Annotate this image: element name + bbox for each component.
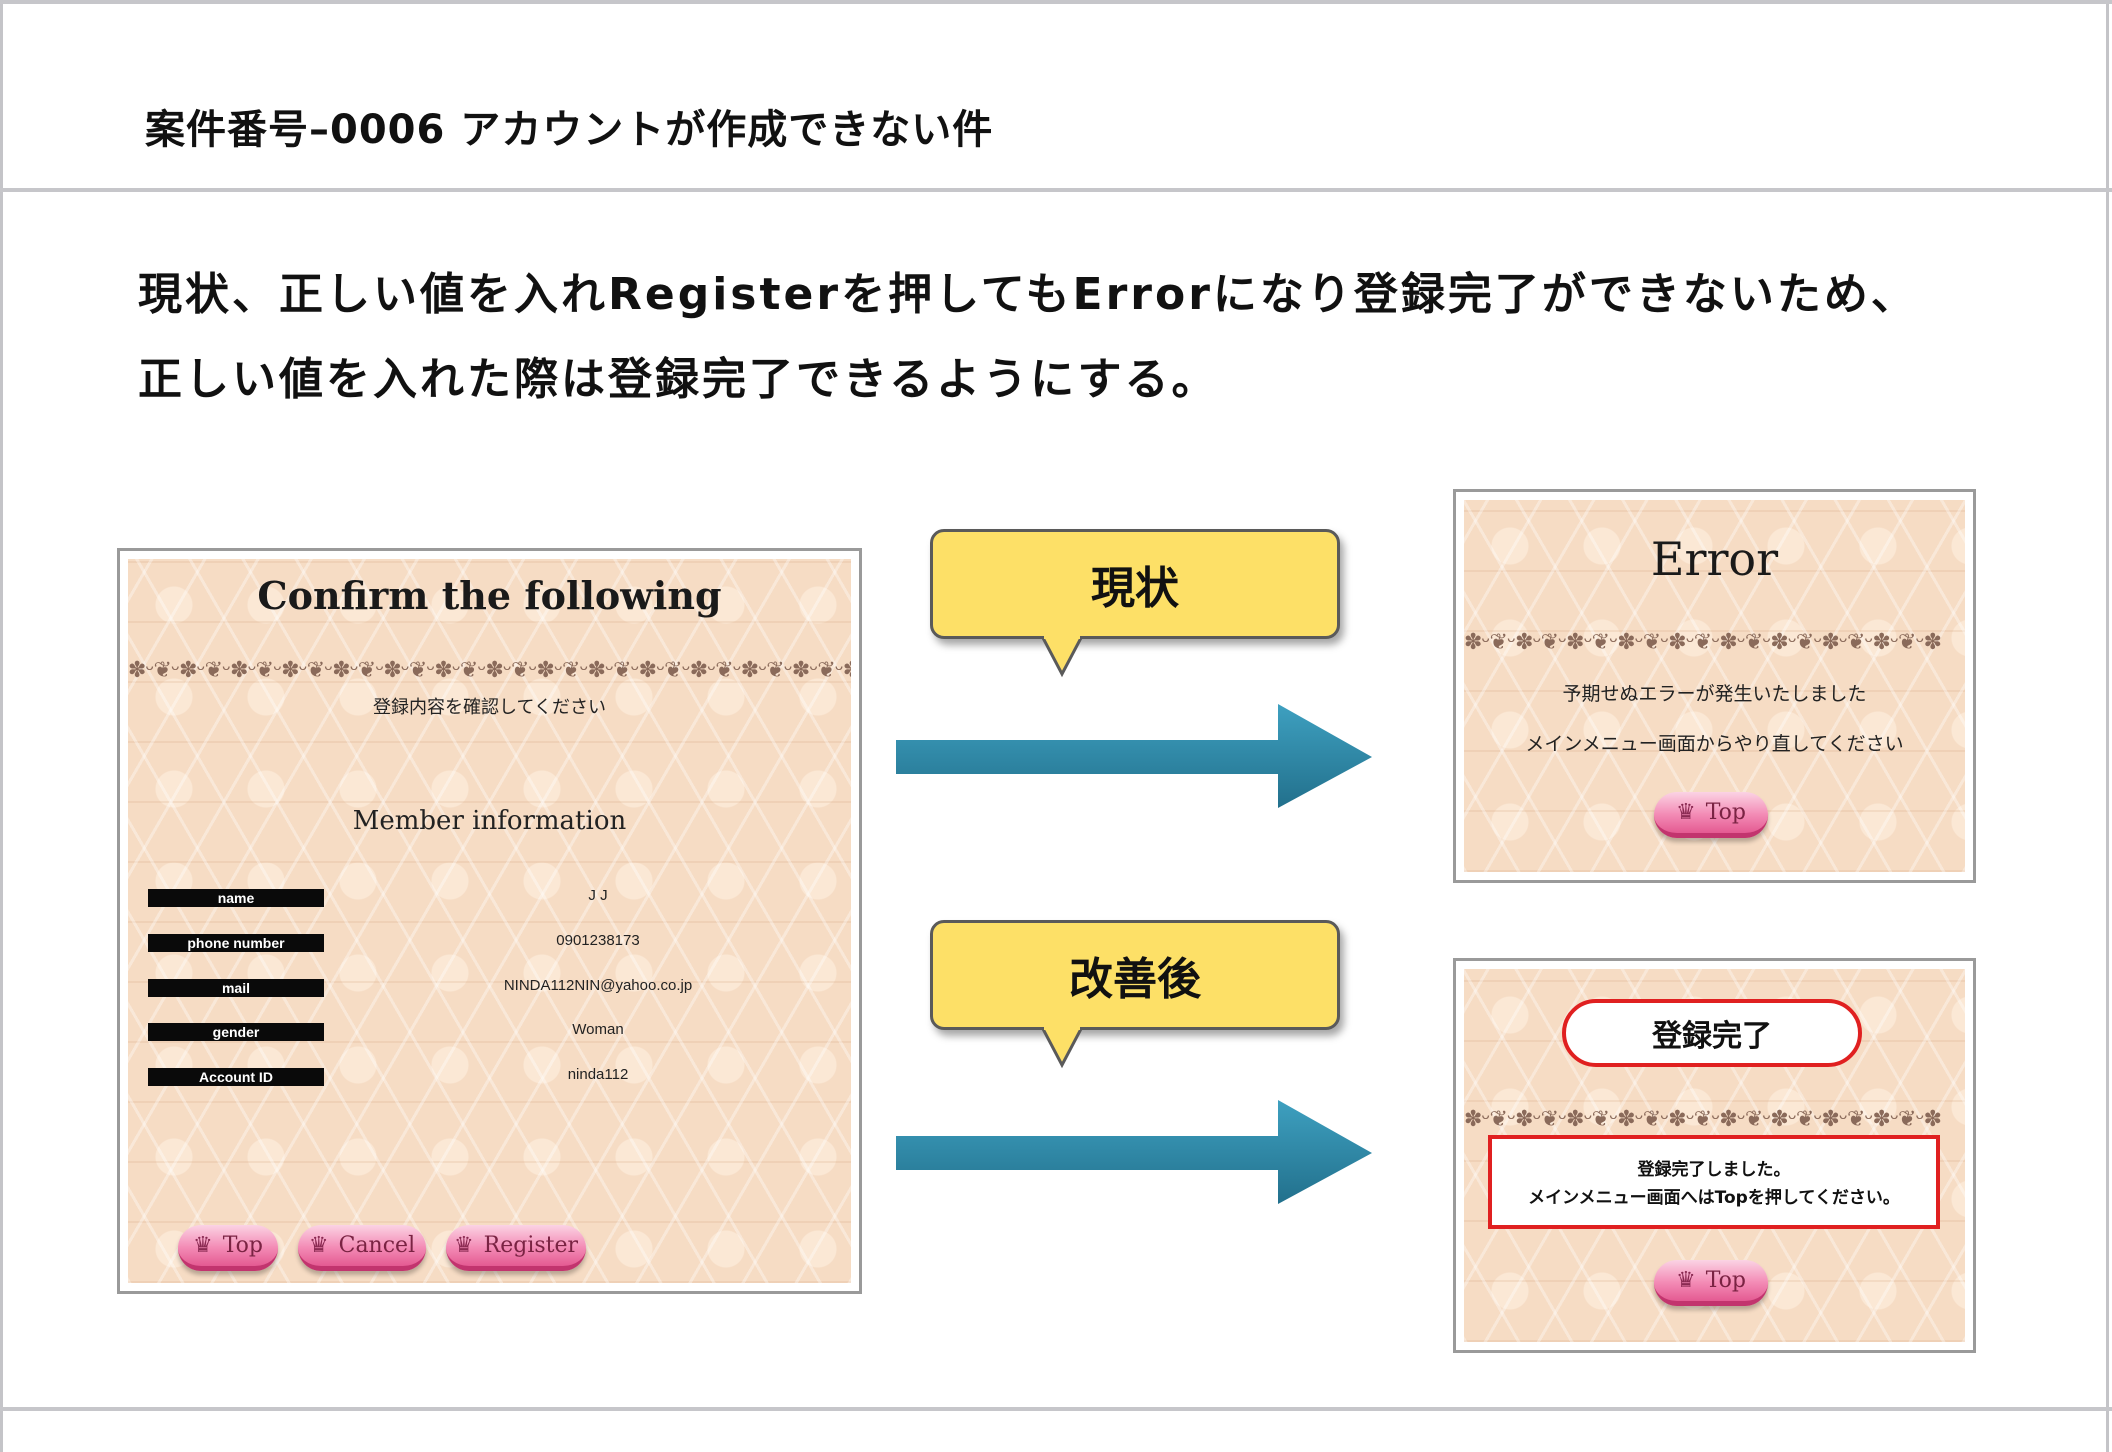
register-button[interactable]: ♛ Register [446, 1225, 586, 1271]
callout-improved-label: 改善後 [1069, 954, 1201, 1005]
register-button-label: Register [483, 1233, 579, 1258]
description-line-1: 現状、正しい値を入れRegisterを押してもErrorになり登録完了ができない… [138, 269, 1918, 320]
field-label-phone: phone number [148, 934, 324, 952]
field-value-gender: Woman [572, 1021, 624, 1038]
confirm-heading: Confirm the following [257, 573, 722, 618]
confirm-screenshot: Confirm the following ✽ᵕ❦ᵕ✽ᵕ❦ᵕ✽ᵕ❦ᵕ✽ᵕ❦ᵕ✽ᵕ… [117, 548, 862, 1294]
top-button[interactable]: ♛ Top [1654, 1260, 1768, 1306]
field-value-name: J J [588, 887, 608, 904]
right-arrow-icon [896, 704, 1372, 808]
confirm-subtitle: 登録内容を確認してください [373, 697, 606, 718]
crown-icon: ♛ [453, 1233, 474, 1258]
field-value-mail: NINDA112NIN@yahoo.co.jp [503, 977, 693, 994]
top-button-label: Top [222, 1233, 264, 1258]
ornament-divider: ✽ᵕ❦ᵕ✽ᵕ❦ᵕ✽ᵕ❦ᵕ✽ᵕ❦ᵕ✽ᵕ❦ᵕ✽ᵕ❦ᵕ✽ᵕ❦ᵕ✽ᵕ❦ᵕ✽ᵕ❦ᵕ✽ᵕ❦ᵕ… [128, 660, 851, 682]
callout-current-tail [1040, 636, 1084, 678]
member-information-heading: Member information [352, 806, 627, 836]
field-value-phone: 0901238173 [556, 932, 640, 949]
description-line-2: 正しい値を入れた際は登録完了できるようにする。 [138, 354, 1219, 405]
field-label-mail: mail [148, 979, 324, 997]
crown-icon: ♛ [192, 1233, 213, 1258]
top-button-label: Top [1705, 1268, 1747, 1293]
top-button[interactable]: ♛ Top [178, 1225, 278, 1271]
success-heading: 登録完了 [1652, 1019, 1772, 1054]
error-message-1: 予期せぬエラーが発生いたしました [1562, 683, 1867, 705]
success-message-2: メインメニュー画面へはTopを押してください。 [1528, 1188, 1900, 1208]
header-divider [0, 188, 2112, 192]
error-screenshot: Error ✽ᵕ❦ᵕ✽ᵕ❦ᵕ✽ᵕ❦ᵕ✽ᵕ❦ᵕ✽ᵕ❦ᵕ✽ᵕ❦ᵕ✽ᵕ❦ᵕ✽ᵕ❦ᵕ✽ᵕ… [1453, 489, 1976, 883]
crown-icon: ♛ [1675, 800, 1696, 825]
callout-current-label: 現状 [1091, 563, 1179, 614]
error-screen: Error ✽ᵕ❦ᵕ✽ᵕ❦ᵕ✽ᵕ❦ᵕ✽ᵕ❦ᵕ✽ᵕ❦ᵕ✽ᵕ❦ᵕ✽ᵕ❦ᵕ✽ᵕ❦ᵕ✽ᵕ… [1464, 500, 1965, 872]
callout-improved: 改善後 [930, 920, 1340, 1030]
top-button-label: Top [1705, 800, 1747, 825]
cancel-button[interactable]: ♛ Cancel [298, 1225, 426, 1271]
success-message-box: 登録完了しました。 メインメニュー画面へはTopを押してください。 [1488, 1135, 1940, 1229]
confirm-screen: Confirm the following ✽ᵕ❦ᵕ✽ᵕ❦ᵕ✽ᵕ❦ᵕ✽ᵕ❦ᵕ✽ᵕ… [128, 559, 851, 1283]
field-label-name: name [148, 889, 324, 907]
success-message-1: 登録完了しました。 [1637, 1160, 1791, 1180]
success-screenshot: 登録完了 ✽ᵕ❦ᵕ✽ᵕ❦ᵕ✽ᵕ❦ᵕ✽ᵕ❦ᵕ✽ᵕ❦ᵕ✽ᵕ❦ᵕ✽ᵕ❦ᵕ✽ᵕ❦ᵕ✽ᵕ❦… [1453, 958, 1976, 1353]
crown-icon: ♛ [1675, 1268, 1696, 1293]
top-button[interactable]: ♛ Top [1654, 792, 1768, 838]
field-label-gender: gender [148, 1023, 324, 1041]
right-arrow-icon [896, 1100, 1372, 1204]
callout-current: 現状 [930, 529, 1340, 639]
callout-improved-tail [1040, 1027, 1084, 1069]
field-label-account-id: Account ID [148, 1068, 324, 1086]
footer-divider [0, 1407, 2112, 1411]
error-message-2: メインメニュー画面からやり直してください [1525, 733, 1904, 755]
slide-title: 案件番号–0006 アカウントが作成できない件 [145, 107, 994, 153]
success-heading-box: 登録完了 [1562, 999, 1862, 1067]
error-heading: Error [1650, 532, 1779, 586]
ornament-divider: ✽ᵕ❦ᵕ✽ᵕ❦ᵕ✽ᵕ❦ᵕ✽ᵕ❦ᵕ✽ᵕ❦ᵕ✽ᵕ❦ᵕ✽ᵕ❦ᵕ✽ᵕ❦ᵕ✽ᵕ❦ᵕ✽ [1464, 1109, 1942, 1131]
cancel-button-label: Cancel [338, 1233, 416, 1258]
ornament-divider: ✽ᵕ❦ᵕ✽ᵕ❦ᵕ✽ᵕ❦ᵕ✽ᵕ❦ᵕ✽ᵕ❦ᵕ✽ᵕ❦ᵕ✽ᵕ❦ᵕ✽ᵕ❦ᵕ✽ᵕ❦ᵕ✽ [1464, 632, 1942, 654]
field-value-account-id: ninda112 [567, 1066, 629, 1083]
crown-icon: ♛ [308, 1233, 329, 1258]
success-screen: 登録完了 ✽ᵕ❦ᵕ✽ᵕ❦ᵕ✽ᵕ❦ᵕ✽ᵕ❦ᵕ✽ᵕ❦ᵕ✽ᵕ❦ᵕ✽ᵕ❦ᵕ✽ᵕ❦ᵕ✽ᵕ❦… [1464, 969, 1965, 1342]
top-border [0, 0, 2112, 4]
